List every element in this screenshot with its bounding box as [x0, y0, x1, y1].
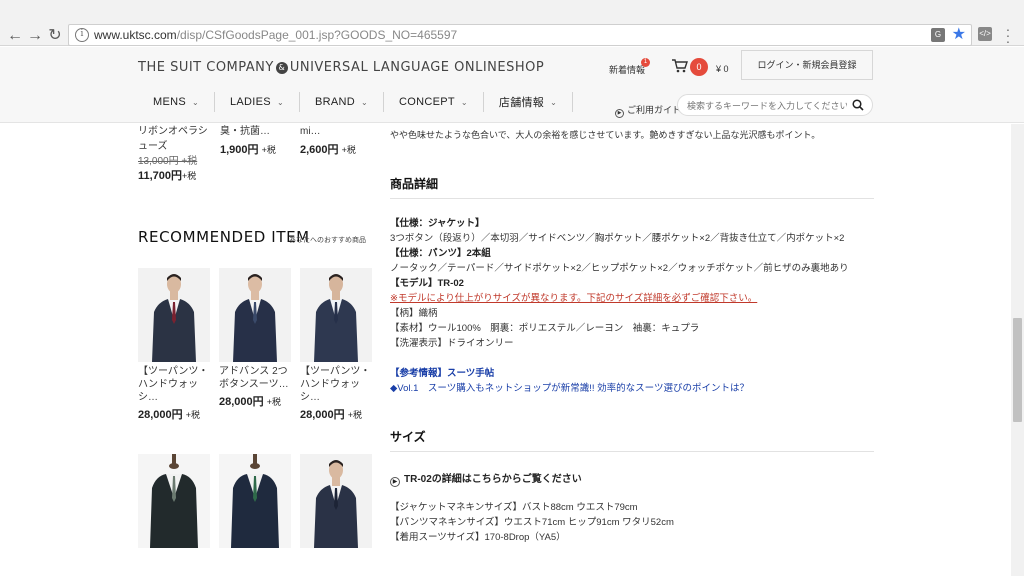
spec-line: 【柄】織柄	[390, 308, 438, 319]
product-card[interactable]: 【ツーパンツ・ハンドウォッシ… 28,000円 +税	[138, 268, 210, 422]
login-register-button[interactable]: ログイン・新規会員登録	[741, 50, 873, 80]
chevron-down-icon: ⌄	[550, 97, 558, 107]
item-name: リボンオペラシューズ	[138, 126, 208, 152]
product-price: 28,000円 +税	[300, 409, 362, 421]
divider	[390, 198, 874, 199]
product-image[interactable]	[219, 454, 291, 548]
product-image[interactable]	[219, 268, 291, 362]
nav-item-stores[interactable]: 店舗情報 ⌄	[484, 92, 574, 112]
product-image[interactable]	[300, 268, 372, 362]
item-price: 1,900円 +税	[220, 144, 276, 156]
translate-icon[interactable]: G	[931, 28, 945, 42]
browser-menu-icon[interactable]: · · ·	[1003, 22, 1013, 48]
address-bar[interactable]: i www.uktsc.com/disp/CSfGoodsPage_001.js…	[68, 24, 972, 46]
nav-item-ladies[interactable]: LADIES ⌄	[215, 92, 300, 112]
url-text: www.uktsc.com/disp/CSfGoodsPage_001.jsp?…	[94, 28, 458, 42]
site-logo[interactable]: THE SUIT COMPANY & UNIVERSAL LANGUAGE ONLI…	[138, 60, 544, 75]
product-card[interactable]	[300, 454, 372, 548]
list-item[interactable]: 臭・抗菌… 1,900円 +税	[220, 124, 294, 158]
arrow-circle-icon: ▶	[615, 109, 624, 118]
search-icon[interactable]	[852, 99, 864, 111]
product-card[interactable]: 【ツーパンツ・ハンドウォッシ… 28,000円 +税	[300, 268, 372, 422]
list-item[interactable]: mi… 2,600円 +税	[300, 124, 374, 158]
cart-count-badge: 0	[690, 58, 708, 76]
size-line: 【着用スーツサイズ】170-8Drop（YA5）	[390, 532, 566, 543]
nav-item-brand[interactable]: BRAND ⌄	[300, 92, 384, 112]
nav-item-concept[interactable]: CONCEPT ⌄	[384, 92, 484, 112]
cart-icon[interactable]	[672, 59, 688, 73]
product-image[interactable]	[138, 268, 210, 362]
news-link[interactable]: 新着情報	[609, 63, 645, 76]
suit-guide-link[interactable]: ◆Vol.1 スーツ購入もネットショップが新常識!! 効率的なスーツ選びのポイン…	[390, 381, 870, 396]
spec-spacer	[390, 351, 870, 366]
item-old-price: 13,000円 +税	[138, 156, 198, 167]
recommended-subtitle: あなたへのおすすめ商品	[289, 237, 366, 244]
chevron-down-icon: ⌄	[360, 97, 368, 107]
item-name: mi…	[300, 126, 321, 137]
site-info-icon[interactable]: i	[75, 28, 89, 42]
arrow-circle-icon: ▶	[390, 477, 400, 487]
size-line: 【パンツマネキンサイズ】ウエスト71cm ヒップ91cm ワタリ52cm	[390, 517, 674, 528]
recommended-title: RECOMMENDED ITEM	[138, 228, 310, 246]
item-price: 2,600円 +税	[300, 144, 356, 156]
chevron-down-icon: ⌄	[276, 97, 284, 107]
section-title-details: 商品詳細	[390, 177, 439, 191]
divider	[390, 451, 874, 452]
list-item[interactable]: リボンオペラシューズ 13,000円 +税 11,700円+税	[138, 124, 212, 184]
product-name[interactable]: 【ツーパンツ・ハンドウォッシ…	[138, 365, 210, 404]
chevron-down-icon: ⌄	[191, 97, 199, 107]
size-detail-link[interactable]: ▶ TR-02の詳細はこちらからご覧ください	[390, 470, 582, 487]
spec-line: 【仕様：パンツ】2本組	[390, 248, 491, 259]
site-header: THE SUIT COMPANY & UNIVERSAL LANGUAGE ONLI…	[0, 47, 1024, 123]
spec-line: 【洗濯表示】ドライオンリー	[390, 338, 514, 349]
user-guide-link[interactable]: ▶ ご利用ガイド	[615, 103, 681, 118]
browser-toolbar: ← → ↻ i www.uktsc.com/disp/CSfGoodsPage_…	[0, 0, 1024, 48]
section-title-size: サイズ	[390, 430, 426, 444]
scrollbar-thumb[interactable]	[1013, 318, 1022, 422]
reload-icon[interactable]: ↻	[46, 27, 64, 45]
reference-info-link[interactable]: 【参考情報】スーツ手帖	[390, 366, 870, 381]
spec-list: 【仕様：ジャケット】 3つボタン（段返り）／本切羽／サイドベンツ／胸ポケット／腰…	[390, 216, 870, 396]
back-icon[interactable]: ←	[6, 27, 24, 45]
item-price: 11,700円+税	[138, 170, 197, 182]
spec-line: 3つボタン（段返り）／本切羽／サイドベンツ／胸ポケット／腰ポケット×2／背抜き仕…	[390, 233, 845, 244]
spec-line: ノータック／テーパード／サイドポケット×2／ヒップポケット×2／ウォッチポケット…	[390, 263, 849, 274]
extension-icon[interactable]: </>	[978, 27, 992, 41]
size-list: 【ジャケットマネキンサイズ】バスト88cm ウエスト79cm 【パンツマネキンサ…	[390, 500, 674, 545]
chevron-down-icon: ⌄	[460, 97, 468, 107]
news-badge: 1	[641, 58, 650, 67]
main-nav: MENS ⌄ LADIES ⌄ BRAND ⌄ CONCEPT ⌄ 店舗情報 ⌄	[138, 89, 574, 115]
product-name[interactable]: アドバンス 2つボタンスーツ…	[219, 365, 291, 391]
previous-items-row: リボンオペラシューズ 13,000円 +税 11,700円+税 臭・抗菌… 1,…	[138, 124, 378, 192]
product-description: やや色味せたような色合いで、大人の余裕を感じさせています。艶めきすぎない上品な光…	[390, 130, 821, 140]
spec-line: 【モデル】TR-02	[390, 278, 464, 289]
product-image[interactable]	[138, 454, 210, 548]
search-input[interactable]	[687, 98, 847, 113]
product-card[interactable]	[219, 454, 291, 548]
product-price: 28,000円 +税	[138, 409, 200, 421]
forward-icon[interactable]: →	[26, 27, 44, 45]
search-box	[677, 94, 873, 116]
product-card[interactable]	[138, 454, 210, 548]
bookmark-star-icon[interactable]: ★	[952, 25, 966, 45]
spec-line: 【仕様：ジャケット】	[390, 218, 485, 229]
product-name[interactable]: 【ツーパンツ・ハンドウォッシ…	[300, 365, 372, 404]
nav-item-mens[interactable]: MENS ⌄	[138, 92, 215, 112]
product-price: 28,000円 +税	[219, 396, 281, 408]
item-name: 臭・抗菌…	[220, 126, 270, 137]
spec-line: 【素材】ウール100% 胴裏：ポリエステル／レーヨン 袖裏：キュプラ	[390, 323, 700, 334]
size-line: 【ジャケットマネキンサイズ】バスト88cm ウエスト79cm	[390, 502, 638, 513]
cart-total: ¥ 0	[716, 64, 729, 74]
spec-line: ※モデルにより仕上がりサイズが異なります。下記のサイズ詳細を必ずご確認下さい。	[390, 293, 758, 304]
product-card[interactable]: アドバンス 2つボタンスーツ… 28,000円 +税	[219, 268, 291, 409]
product-image[interactable]	[300, 454, 372, 548]
